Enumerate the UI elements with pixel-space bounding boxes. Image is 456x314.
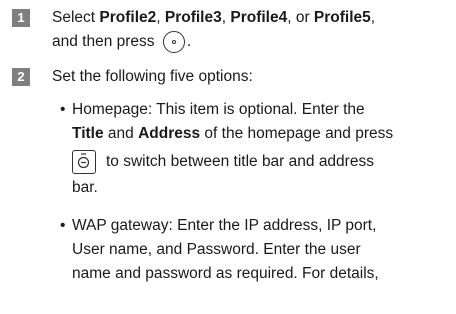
option-profile5: Profile5: [313, 9, 371, 26]
step-1-line-2: and then press .: [52, 31, 191, 53]
option-profile4: Profile4: [230, 9, 288, 26]
field-title: Title: [72, 125, 104, 142]
homepage-line-3: to switch between title bar and address: [106, 153, 374, 170]
option-profile3: Profile3: [164, 9, 222, 26]
homepage-line-4: bar.: [72, 179, 98, 196]
option-profile2: Profile2: [99, 9, 157, 26]
ok-key-icon: [162, 31, 185, 53]
navigation-key-icon: [72, 150, 96, 174]
wap-line-3: name and password as required. For detai…: [72, 265, 379, 282]
wap-line-1: WAP gateway: Enter the IP address, IP po…: [72, 217, 377, 234]
step-number: 1: [12, 9, 30, 27]
field-address: Address: [138, 125, 201, 142]
step-2-text: Set the following five options:: [52, 68, 253, 85]
step-1-line-1: Select Profile2, Profile3, Profile4, or …: [52, 9, 376, 26]
step-number: 2: [12, 68, 30, 86]
bullet-dot: •: [60, 217, 66, 234]
wap-line-2: User name, and Password. Enter the user: [72, 241, 361, 258]
homepage-line-1: Homepage: This item is optional. Enter t…: [72, 101, 365, 118]
homepage-line-2: Title and Address of the homepage and pr…: [72, 125, 394, 142]
bullet-dot: •: [60, 101, 66, 118]
